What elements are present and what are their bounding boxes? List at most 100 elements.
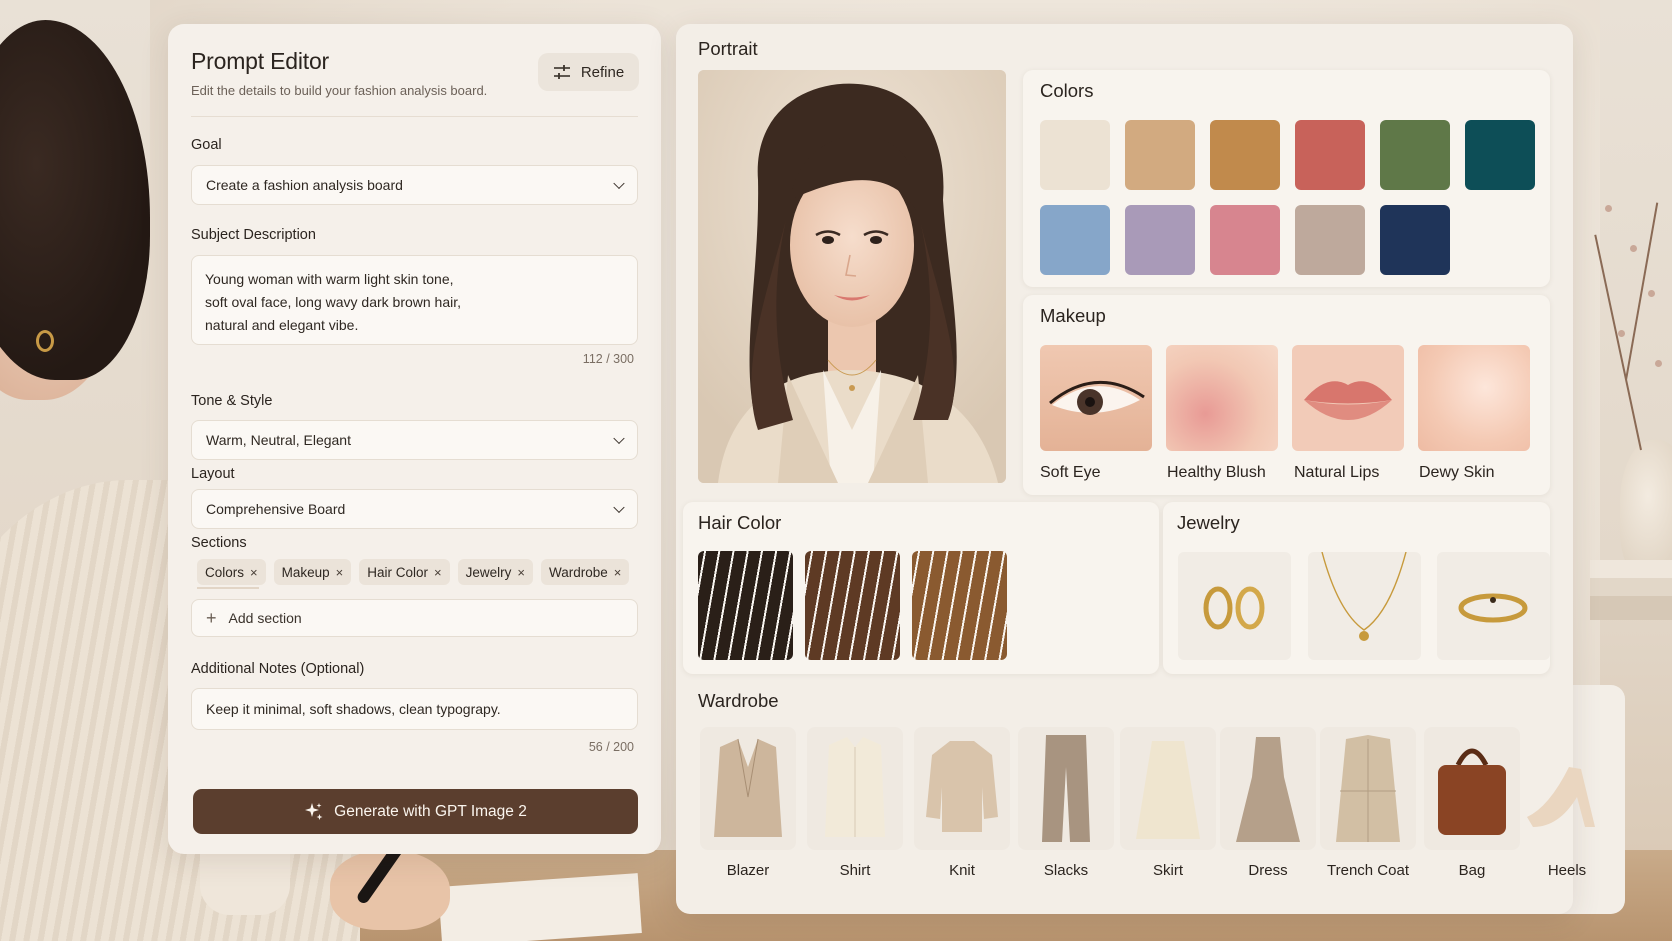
tone-value: Warm, Neutral, Elegant	[206, 432, 351, 448]
slacks-icon	[1042, 735, 1090, 842]
portrait-illustration	[698, 70, 1006, 483]
shirt-icon	[825, 737, 885, 837]
skirt-icon	[1136, 741, 1200, 839]
color-swatch[interactable]	[1210, 205, 1280, 275]
hair-tone-swatch[interactable]	[912, 551, 1007, 660]
layout-value: Comprehensive Board	[206, 501, 346, 517]
add-section-button[interactable]: + Add section	[191, 599, 638, 637]
remove-icon[interactable]: ×	[336, 565, 344, 580]
goal-select[interactable]: Create a fashion analysis board	[191, 165, 638, 205]
branch	[1594, 234, 1642, 451]
hoop-earrings-icon	[1203, 586, 1265, 630]
color-swatch[interactable]	[1295, 205, 1365, 275]
blossom	[1648, 290, 1655, 297]
makeup-item-label: Natural Lips	[1294, 464, 1380, 481]
notes-counter: 56 / 200	[588, 740, 634, 754]
refine-button[interactable]: Refine	[538, 53, 639, 91]
subject-textarea[interactable]: Young woman with warm light skin tone, s…	[191, 255, 638, 345]
remove-icon[interactable]: ×	[250, 565, 258, 580]
jewelry-tile	[1308, 551, 1421, 660]
sliders-icon	[553, 65, 570, 79]
hair-tone-swatch[interactable]	[805, 551, 900, 660]
section-chip[interactable]: Hair Color ×	[359, 559, 450, 585]
section-chip[interactable]: Makeup ×	[273, 559, 352, 585]
generate-label: Generate with GPT Image 2	[334, 802, 527, 820]
tone-select[interactable]: Warm, Neutral, Elegant	[191, 420, 638, 460]
layout-label: Layout	[191, 466, 235, 482]
remove-icon[interactable]: ×	[517, 565, 525, 580]
chevron-down-icon	[613, 177, 625, 190]
color-swatch[interactable]	[1040, 205, 1110, 275]
layout-select[interactable]: Comprehensive Board	[191, 489, 638, 529]
chip-label: Hair Color	[367, 564, 428, 580]
color-swatch[interactable]	[1125, 205, 1195, 275]
bag-icon	[1438, 748, 1506, 835]
gold-ring-icon	[1458, 593, 1528, 623]
vase	[1620, 440, 1672, 580]
chip-label: Jewelry	[465, 564, 512, 580]
subject-line: soft oval face, long wavy dark brown hai…	[205, 294, 462, 310]
remove-icon[interactable]: ×	[434, 565, 442, 580]
subject-line: natural and elegant vibe.	[205, 317, 359, 333]
blazer-icon	[714, 738, 782, 837]
color-swatch[interactable]	[1295, 120, 1365, 190]
portrait-image	[698, 70, 1006, 483]
subject-counter: 112 / 300	[582, 352, 634, 366]
chip-label: Colors	[205, 564, 245, 580]
person-earring	[36, 330, 54, 352]
remove-icon[interactable]: ×	[614, 565, 622, 580]
color-swatch[interactable]	[1040, 120, 1110, 190]
refine-label: Refine	[580, 63, 625, 81]
section-chip[interactable]: Colors ×	[197, 559, 266, 585]
jewelry-tile	[1437, 552, 1550, 660]
plus-icon: +	[206, 607, 217, 628]
color-swatch[interactable]	[1210, 120, 1280, 190]
makeup-lips-image	[1292, 345, 1404, 451]
chip-label: Makeup	[281, 564, 330, 580]
chip-label: Wardrobe	[548, 564, 608, 580]
portrait-title: Portrait	[698, 38, 758, 59]
lips-illustration	[1304, 381, 1392, 420]
eye-illustration	[1049, 380, 1145, 415]
subject-label: Subject Description	[191, 227, 316, 243]
wardrobe-item-label: Skirt	[1153, 862, 1183, 879]
wardrobe-item-label: Blazer	[726, 862, 770, 879]
header-divider	[191, 116, 638, 117]
makeup-item-label: Healthy Blush	[1167, 464, 1266, 481]
trench-coat-icon	[1336, 735, 1400, 842]
wardrobe-item-label: Shirt	[839, 862, 871, 879]
blossom	[1618, 330, 1625, 337]
goal-label: Goal	[191, 137, 222, 153]
color-swatch[interactable]	[1465, 120, 1535, 190]
makeup-skin-image	[1418, 345, 1530, 451]
color-swatch[interactable]	[1380, 205, 1450, 275]
section-chip[interactable]: Wardrobe ×	[540, 559, 630, 585]
makeup-blush-image	[1166, 345, 1278, 451]
tone-label: Tone & Style	[191, 393, 273, 409]
pendant-necklace-icon	[1321, 551, 1407, 641]
blossom	[1605, 205, 1612, 212]
hair-color-title: Hair Color	[698, 512, 782, 533]
active-chip-indicator	[197, 587, 259, 589]
hair-tone-swatch[interactable]	[698, 551, 793, 660]
wardrobe-item-label: Dress	[1248, 862, 1288, 879]
prompt-editor-panel: Prompt Editor Edit the details to build …	[168, 24, 661, 854]
wardrobe-item-label: Bag	[1458, 862, 1486, 879]
heels-icon	[1527, 767, 1595, 827]
chevron-down-icon	[613, 501, 625, 514]
color-swatch[interactable]	[1125, 120, 1195, 190]
makeup-item-label: Soft Eye	[1040, 464, 1101, 481]
notes-input[interactable]: Keep it minimal, soft shadows, clean typ…	[191, 688, 638, 730]
blossom	[1655, 360, 1662, 367]
blossom	[1630, 245, 1637, 252]
colors-title: Colors	[1040, 80, 1094, 101]
generate-button[interactable]: Generate with GPT Image 2	[193, 789, 638, 834]
notes-value: Keep it minimal, soft shadows, clean typ…	[206, 701, 501, 717]
jewelry-tile	[1178, 552, 1291, 660]
makeup-item-label: Dewy Skin	[1419, 464, 1495, 481]
color-swatch[interactable]	[1380, 120, 1450, 190]
section-chip[interactable]: Jewelry ×	[457, 559, 533, 585]
sections-label: Sections	[191, 535, 247, 551]
dress-icon	[1236, 737, 1300, 842]
add-section-label: Add section	[228, 610, 302, 626]
